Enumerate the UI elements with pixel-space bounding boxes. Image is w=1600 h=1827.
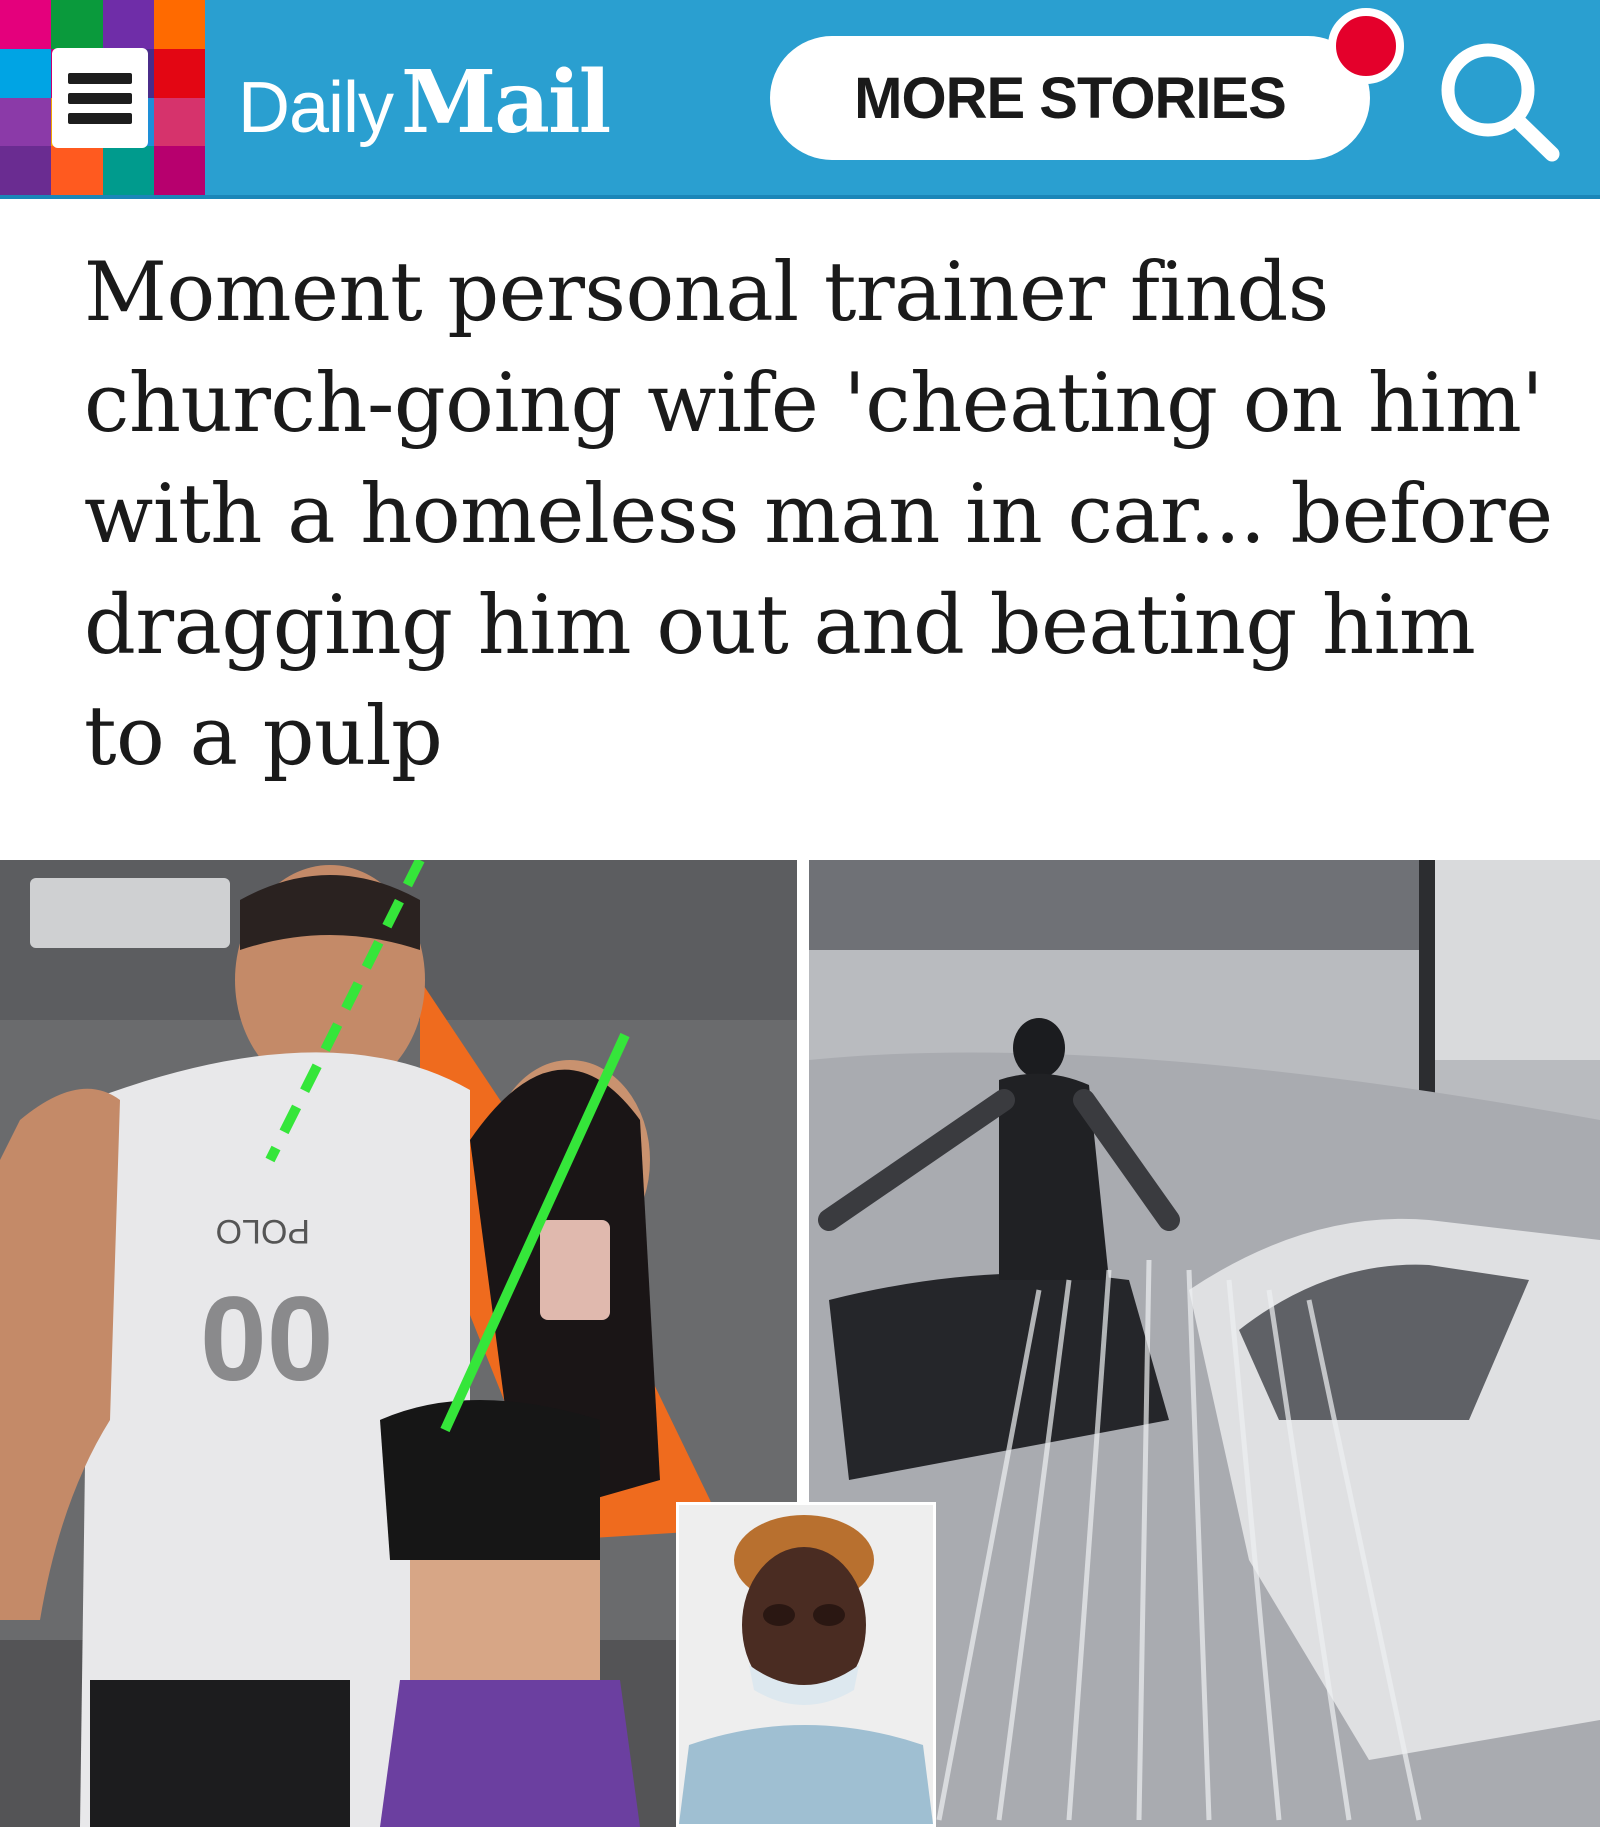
menu-color-tile — [51, 0, 103, 49]
logo-mail-text: Mail — [401, 52, 611, 153]
hamburger-menu-icon[interactable] — [52, 48, 148, 148]
search-icon[interactable] — [1420, 28, 1570, 168]
menu-color-tile — [102, 0, 154, 49]
menu-color-tile — [0, 97, 52, 147]
photo-inset-injured-man[interactable] — [676, 1502, 936, 1827]
menu-color-tile — [0, 48, 52, 98]
menu-color-tile — [51, 146, 103, 195]
menu-color-tile — [0, 0, 52, 49]
top-header-bar: Daily Mail MORE STORIES — [0, 0, 1600, 199]
site-logo[interactable]: Daily Mail — [238, 52, 611, 153]
menu-color-tile — [153, 97, 205, 147]
article-headline[interactable]: Moment personal trainer finds church-goi… — [84, 238, 1554, 793]
menu-color-tile — [153, 48, 205, 98]
svg-text:POLO: POLO — [216, 1212, 310, 1250]
logo-daily-text: Daily — [238, 68, 394, 148]
menu-color-tile — [102, 146, 154, 195]
notification-dot — [1328, 8, 1404, 84]
menu-color-tile — [0, 146, 52, 195]
svg-text:00: 00 — [200, 1272, 333, 1406]
menu-color-tile — [153, 146, 205, 195]
more-stories-button[interactable]: MORE STORIES — [770, 36, 1370, 160]
menu-color-tile — [153, 0, 205, 49]
